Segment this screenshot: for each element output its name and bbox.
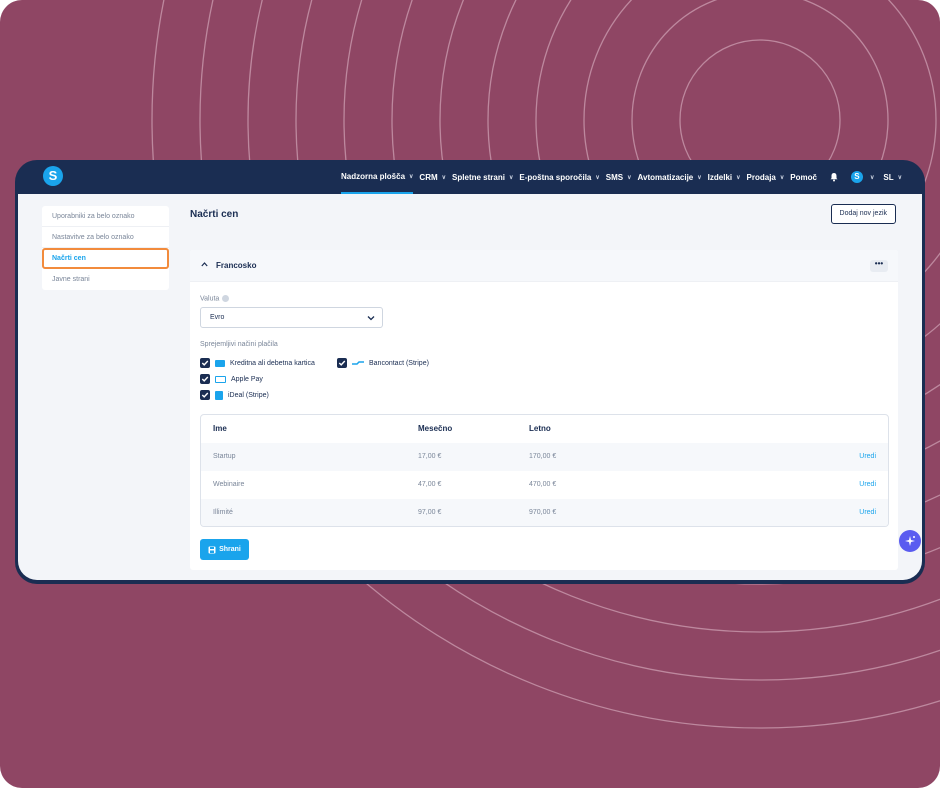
avatar: S (850, 171, 863, 183)
nav-item-label: Avtomatizacije (637, 172, 694, 182)
chevron-down-icon: ∨ (779, 174, 785, 181)
floppy-disk-icon (208, 546, 216, 553)
cell-name: Webinaire (213, 481, 245, 488)
nav-account-menu[interactable]: S ∨ (850, 160, 875, 194)
sidebar-item-pricing-plans[interactable]: Načrti cen (42, 248, 169, 269)
nav-item-label: SMS (605, 172, 624, 182)
payment-method-ideal[interactable]: iDeal (Stripe) (200, 390, 269, 400)
edit-link[interactable]: Uredi (859, 509, 876, 516)
main-content: Uporabniki za belo oznako Nastavitve za … (18, 194, 922, 580)
checkbox-checked[interactable] (200, 390, 210, 400)
panel-title: Francosko (216, 261, 257, 270)
bell-icon[interactable] (829, 172, 839, 182)
table-row: Webinaire 47,00 € 470,00 € Uredi (201, 471, 888, 499)
currency-label-text: Valuta (200, 295, 220, 303)
sidebar-item-white-label-settings[interactable]: Nastavitve za belo oznako (42, 227, 169, 248)
currency-label: Valuta (200, 295, 230, 303)
chevron-down-icon: ∨ (595, 174, 600, 181)
nav-item-label: CRM (419, 172, 438, 182)
info-icon[interactable] (222, 295, 230, 302)
chevron-down-icon: ∨ (736, 174, 741, 181)
nav-item-label: Pomoč (790, 172, 817, 182)
bancontact-icon (352, 361, 364, 365)
apple-pay-icon (215, 375, 226, 383)
payment-method-label: Kreditna ali debetna kartica (230, 359, 315, 367)
nav-item-sms[interactable]: SMS ∨ (606, 160, 632, 194)
payment-method-label: Bancontact (Stripe) (369, 359, 429, 367)
chevron-down-icon: ∨ (409, 173, 414, 180)
chevron-down-icon: ∨ (697, 174, 702, 181)
table-row: Illimité 97,00 € 970,00 € Uredi (201, 499, 888, 526)
language-code: SL (883, 172, 894, 182)
payment-method-bancontact[interactable]: Bancontact (Stripe) (337, 358, 429, 368)
ideal-icon (215, 390, 223, 400)
more-options-button[interactable]: ••• (870, 260, 888, 272)
language-panel: Francosko ••• Valuta Evro Sprejemljivi n… (190, 250, 898, 570)
cell-name: Illimité (213, 509, 233, 516)
add-language-button[interactable]: Dodaj nov jezik (830, 204, 896, 224)
cell-yearly: 470,00 € (529, 481, 557, 488)
payment-method-label: Apple Pay (231, 375, 263, 383)
nav-item-label: Spletne strani (452, 172, 505, 182)
payment-method-apple-pay[interactable]: Apple Pay (200, 374, 263, 384)
nav-item-label: Prodaja (746, 172, 776, 182)
chevron-down-icon: ∨ (441, 174, 447, 181)
chevron-down-icon: ∨ (627, 174, 632, 181)
ai-assistant-button[interactable] (899, 530, 921, 552)
main-nav: Nadzorna plošča ∨ CRM ∨ Spletne strani ∨ E-… (341, 160, 902, 194)
page-title: Načrti cen (190, 209, 239, 220)
nav-item-websites[interactable]: Spletne strani ∨ (452, 160, 513, 194)
nav-item-dashboard[interactable]: Nadzorna plošča ∨ (341, 160, 414, 194)
pricing-table: Ime Mesečno Letno Startup 17,00 € 170,00… (200, 414, 889, 527)
nav-item-crm[interactable]: CRM ∨ (419, 160, 446, 194)
settings-sidebar: Uporabniki za belo oznako Nastavitve za … (42, 206, 169, 290)
nav-item-label: Izdelki (707, 172, 733, 182)
cell-name: Startup (213, 453, 236, 460)
nav-language-menu[interactable]: SL ∨ (880, 160, 902, 194)
chevron-down-icon: ∨ (508, 174, 514, 181)
edit-link[interactable]: Uredi (859, 453, 876, 460)
save-button[interactable]: Shrani (200, 539, 249, 560)
nav-item-label: E-poštna sporočila (519, 172, 592, 182)
payment-method-label: iDeal (Stripe) (228, 391, 269, 399)
chevron-down-icon: ∨ (869, 174, 875, 181)
nav-item-sales[interactable]: Prodaja ∨ (747, 160, 785, 194)
sidebar-item-public-pages[interactable]: Javne strani (42, 269, 169, 290)
cell-yearly: 970,00 € (529, 509, 557, 516)
app-logo[interactable]: S (43, 166, 63, 186)
nav-item-emails[interactable]: E-poštna sporočila ∨ (519, 160, 599, 194)
payment-methods-label: Sprejemljivi načini plačila (200, 341, 278, 348)
cell-monthly: 17,00 € (418, 453, 442, 460)
save-button-label: Shrani (219, 546, 241, 553)
currency-select[interactable]: Evro (200, 307, 383, 328)
sparkle-icon (905, 536, 915, 546)
chevron-up-icon[interactable] (201, 261, 208, 268)
nav-item-label: Nadzorna plošča (341, 171, 406, 181)
payment-method-card[interactable]: Kreditna ali debetna kartica (200, 358, 315, 368)
nav-item-help[interactable]: Pomoč (790, 160, 817, 194)
column-header-yearly: Letno (529, 424, 551, 433)
edit-link[interactable]: Uredi (859, 481, 876, 488)
checkbox-checked[interactable] (200, 374, 210, 384)
nav-item-products[interactable]: Izdelki ∨ (708, 160, 741, 194)
table-header: Ime Mesečno Letno (201, 415, 888, 443)
nav-item-automations[interactable]: Avtomatizacije ∨ (638, 160, 702, 194)
table-row: Startup 17,00 € 170,00 € Uredi (201, 443, 888, 471)
cell-monthly: 47,00 € (418, 481, 442, 488)
cell-monthly: 97,00 € (418, 509, 442, 516)
column-header-monthly: Mesečno (418, 424, 453, 433)
top-navbar: S Nadzorna plošča ∨ CRM ∨ Spletne strani ∨ … (18, 160, 922, 194)
column-header-name: Ime (213, 424, 227, 433)
checkbox-checked[interactable] (200, 358, 210, 368)
panel-header[interactable]: Francosko ••• (190, 250, 898, 282)
cell-yearly: 170,00 € (529, 453, 557, 460)
app-window: S Nadzorna plošča ∨ CRM ∨ Spletne strani ∨ … (15, 160, 925, 584)
checkbox-checked[interactable] (337, 358, 347, 368)
credit-card-icon (215, 359, 225, 367)
chevron-down-icon: ∨ (897, 174, 902, 181)
sidebar-item-white-label-users[interactable]: Uporabniki za belo oznako (42, 206, 169, 227)
chevron-down-icon (367, 316, 375, 321)
currency-select-value: Evro (210, 314, 225, 321)
